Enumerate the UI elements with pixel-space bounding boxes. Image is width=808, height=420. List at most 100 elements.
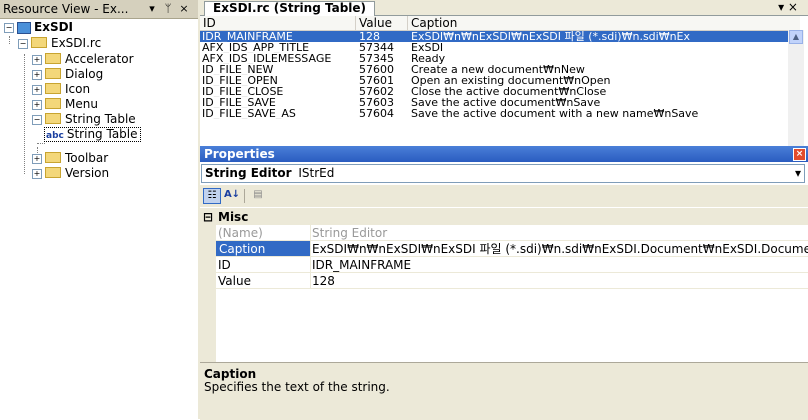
property-grid: ⊟ Misc (Name) String Editor Caption ExSDI₩n… (200, 208, 808, 363)
property-name: (Name) (218, 226, 263, 240)
collapse-icon[interactable]: − (4, 22, 14, 33)
description-pane: Caption Specifies the text of the string… (200, 362, 808, 420)
resource-view-title: Resource View - Ex... (3, 2, 129, 16)
expand-icon[interactable]: + (32, 69, 42, 80)
project-icon (17, 21, 31, 34)
tree-node-label: Menu (65, 97, 98, 111)
folder-icon (45, 152, 61, 163)
table-row[interactable]: ID_FILE_OPEN 57601 Open an existing docume… (200, 75, 788, 86)
property-value[interactable]: 128 (312, 273, 808, 289)
document-tab-bar: ExSDI.rc (String Table) ▾ × (200, 0, 808, 16)
tree-node-label: Accelerator (65, 52, 134, 66)
expand-icon[interactable]: + (32, 84, 42, 95)
property-value[interactable]: ExSDI₩n₩nExSDI₩nExSDI 파일 (*.sdi)₩n.sdi₩n… (312, 241, 808, 257)
column-header: ID Value Caption (200, 16, 800, 31)
scroll-up-icon[interactable]: ▲ (789, 30, 803, 44)
column-header-id[interactable]: ID (200, 16, 356, 30)
table-row[interactable]: ID_FILE_NEW 57600 Create a new document₩nN… (200, 64, 788, 75)
collapse-icon[interactable]: ⊟ (203, 209, 213, 225)
folder-icon (45, 68, 61, 79)
object-type: IStrEd (298, 166, 335, 180)
tree-node-toolbar[interactable]: + Toolbar (32, 151, 108, 165)
cell-id: ID_FILE_NEW (202, 64, 274, 75)
table-row[interactable]: ID_FILE_SAVE_AS 57604 Save the active docu… (200, 108, 788, 119)
tree-node-label: ExSDI (34, 20, 74, 34)
categorized-icon[interactable]: ☷ (203, 188, 221, 204)
property-name: Caption (216, 241, 310, 257)
property-value[interactable]: String Editor (312, 225, 808, 241)
tree-node-accelerator[interactable]: + Accelerator (32, 52, 134, 66)
folder-icon (45, 167, 61, 178)
table-row[interactable]: IDR_MAINFRAME 128 ExSDI₩n₩nExSDI₩nExSDI 파일… (200, 31, 788, 42)
cell-caption: ExSDI (411, 42, 444, 53)
tab-controls-icon[interactable]: ▾ × (778, 0, 798, 14)
tree-line (24, 54, 25, 174)
category-misc[interactable]: ⊟ Misc (200, 209, 808, 225)
cell-value: 57602 (359, 86, 394, 97)
toolbar-separator (244, 189, 245, 203)
properties-title: Properties (204, 147, 275, 161)
expand-icon[interactable]: + (32, 99, 42, 110)
collapse-icon[interactable]: − (32, 114, 42, 125)
tree-line (9, 36, 10, 44)
property-value[interactable]: IDR_MAINFRAME (312, 257, 808, 273)
resource-view-header: Resource View - Ex... ▾ ᛘ × (0, 0, 198, 19)
close-icon[interactable]: × (178, 2, 190, 15)
properties-toolbar: ☷ A↓ ▤ (200, 185, 808, 207)
cell-id: ID_FILE_SAVE (202, 97, 276, 108)
tree-node-exsdi[interactable]: − ExSDI (4, 20, 73, 34)
cell-id: AFX_IDS_APP_TITLE (202, 42, 310, 53)
close-icon[interactable]: × (793, 148, 806, 161)
property-row[interactable]: ID IDR_MAINFRAME (200, 257, 808, 273)
properties-panel: Properties × String Editor IStrEd ▾ ☷ A↓… (200, 146, 808, 420)
collapse-icon[interactable]: − (18, 38, 28, 49)
column-header-caption[interactable]: Caption (408, 16, 788, 30)
column-header-value[interactable]: Value (356, 16, 408, 30)
tree-node-icon[interactable]: + Icon (32, 82, 90, 96)
cell-value: 57600 (359, 64, 394, 75)
cell-caption: ExSDI₩n₩nExSDI₩nExSDI 파일 (*.sdi)₩n.sdi₩n… (411, 31, 691, 42)
expand-icon[interactable]: + (32, 168, 42, 179)
table-row[interactable]: AFX_IDS_IDLEMESSAGE 57345 Ready (200, 53, 788, 64)
tree-node-menu[interactable]: + Menu (32, 97, 98, 111)
tree-node-dialog[interactable]: + Dialog (32, 67, 103, 81)
properties-title-bar: Properties × (200, 146, 808, 162)
property-row[interactable]: (Name) String Editor (200, 225, 808, 241)
folder-icon (45, 53, 61, 64)
cell-value: 57603 (359, 97, 394, 108)
cell-id: IDR_MAINFRAME (202, 31, 293, 42)
property-row[interactable]: Caption ExSDI₩n₩nExSDI₩nExSDI 파일 (*.sdi)₩… (200, 241, 808, 257)
object-selector[interactable]: String Editor IStrEd ▾ (201, 164, 805, 183)
tree-node-label: String Table (65, 112, 136, 126)
tree-node-rc[interactable]: − ExSDI.rc (18, 36, 101, 50)
column-divider[interactable] (310, 241, 311, 257)
vertical-scrollbar[interactable]: ▲ (788, 30, 804, 146)
cell-caption: Create a new document₩nNew (411, 64, 585, 75)
expand-icon[interactable]: + (32, 54, 42, 65)
property-pages-icon[interactable]: ▤ (249, 188, 267, 204)
property-row[interactable]: Value 128 (200, 273, 808, 289)
column-divider[interactable] (310, 257, 311, 273)
tree-node-string-table[interactable]: − String Table (32, 112, 136, 126)
table-row[interactable]: ID_FILE_CLOSE 57602 Close the active docum… (200, 86, 788, 97)
description-title: Caption (204, 367, 257, 381)
table-row[interactable]: AFX_IDS_APP_TITLE 57344 ExSDI (200, 42, 788, 53)
cell-caption: Ready (411, 53, 446, 64)
cell-value: 57601 (359, 75, 394, 86)
table-row[interactable]: ID_FILE_SAVE 57603 Save the active documen… (200, 97, 788, 108)
cell-caption: Save the active document with a new name… (411, 108, 699, 119)
column-divider[interactable] (310, 225, 311, 241)
column-divider[interactable] (310, 273, 311, 289)
tree-node-string-table-item[interactable]: abc String Table (44, 127, 141, 142)
cell-id: ID_FILE_SAVE_AS (202, 108, 296, 119)
alphabetical-icon[interactable]: A↓ (223, 188, 241, 204)
document-tab[interactable]: ExSDI.rc (String Table) (204, 1, 376, 16)
cell-caption: Close the active document₩nClose (411, 86, 607, 97)
pin-icon[interactable]: ᛘ (162, 2, 174, 15)
cell-value: 128 (359, 31, 380, 42)
expand-icon[interactable]: + (32, 153, 42, 164)
dropdown-icon[interactable]: ▾ (146, 2, 158, 15)
tree-node-version[interactable]: + Version (32, 166, 109, 180)
chevron-down-icon[interactable]: ▾ (795, 165, 801, 182)
resource-view-panel: Resource View - Ex... ▾ ᛘ × − ExSDI − ExSD… (0, 0, 198, 419)
